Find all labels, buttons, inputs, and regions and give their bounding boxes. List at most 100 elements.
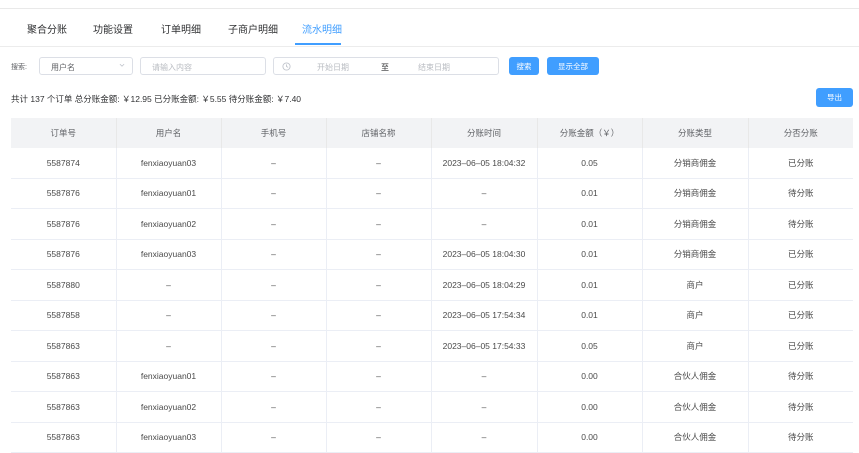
split-status-cell: 待分账 [748,422,853,453]
chevron-down-icon [119,63,125,67]
split-time-cell: 2023–06–05 18:04:32 [431,148,538,179]
split-type-cell: 合伙人佣金 [642,361,749,392]
split-time-cell: 2023–06–05 18:04:29 [431,269,538,301]
username-cell: – [116,330,222,362]
order-no-cell: 5587863 [11,391,117,423]
table-row: 5587876 fenxiaoyuan03– –2023–06–05 18:04:3… [11,239,853,270]
store-name-cell: – [326,300,432,331]
order-no-cell: 5587863 [11,361,117,392]
tab-aggregate-split[interactable]: 聚合分账 [27,21,67,36]
split-amount-cell: 0.01 [537,269,643,301]
split-time-cell: 2023–06–05 18:04:30 [431,239,538,270]
split-type-cell: 分销商佣金 [642,178,749,209]
column-header-split-amount: 分账金额（￥） [537,118,643,148]
phone-cell: – [221,330,327,362]
split-amount-cell: 0.00 [537,361,643,392]
phone-cell: – [221,148,327,179]
split-status-cell: 待分账 [748,178,853,209]
store-name-cell: – [326,208,432,240]
order-no-cell: 5587876 [11,239,117,270]
split-amount-cell: 0.01 [537,178,643,209]
order-no-cell: 5587858 [11,300,117,331]
username-cell: – [116,300,222,331]
username-cell: – [116,269,222,301]
store-name-cell: – [326,391,432,423]
split-amount-cell: 0.01 [537,239,643,270]
split-status-cell: 已分账 [748,239,853,270]
tab-bar: 聚合分账 功能设置 订单明细 子商户明细 流水明细 [0,8,859,47]
column-header-split-type: 分账类型 [642,118,749,148]
keyword-input[interactable]: 请输入内容 [140,57,266,75]
search-button[interactable]: 搜索 [509,57,539,75]
table-row: 5587876 fenxiaoyuan01– – –0.01 分销商佣金 待分账 [11,178,853,209]
split-status-cell: 已分账 [748,269,853,301]
split-time-cell: 2023–06–05 17:54:33 [431,330,538,362]
split-time-cell: – [431,208,538,240]
end-date-input[interactable]: 结束日期 [418,62,450,73]
split-type-cell: 分销商佣金 [642,208,749,240]
phone-cell: – [221,269,327,301]
table-row: 5587863 fenxiaoyuan03– – –0.00 合伙人佣金 待分账 [11,422,853,453]
column-header-username: 用户名 [116,118,222,148]
split-type-cell: 商户 [642,269,749,301]
search-field-select[interactable]: 用户名 [39,57,133,75]
start-date-input[interactable]: 开始日期 [317,62,349,73]
split-type-cell: 分销商佣金 [642,148,749,179]
order-no-cell: 5587876 [11,208,117,240]
split-status-cell: 已分账 [748,330,853,362]
split-amount-cell: 0.05 [537,330,643,362]
tab-flow-details[interactable]: 流水明细 [302,21,342,36]
table-row: 5587874 fenxiaoyuan03– –2023–06–05 18:04:3… [11,148,853,179]
username-cell: fenxiaoyuan01 [116,361,222,392]
split-status-cell: 待分账 [748,361,853,392]
table-header-row: 订单号 用户名 手机号 店铺名称 分账时间 分账金额（￥） 分账类型 分否分账 [11,118,853,148]
table-body: 5587874 fenxiaoyuan03– –2023–06–05 18:04:3… [11,148,853,453]
column-header-order-no: 订单号 [11,118,117,148]
store-name-cell: – [326,361,432,392]
range-separator: 至 [381,63,389,72]
split-amount-cell: 0.05 [537,148,643,179]
export-button[interactable]: 导出 [816,88,853,107]
split-status-cell: 已分账 [748,300,853,331]
table-row: 5587858– – –2023–06–05 17:54:34 0.01 商户 已分账 [11,300,853,331]
tab-order-details[interactable]: 订单明细 [161,21,201,36]
username-cell: fenxiaoyuan03 [116,148,222,179]
tab-function-settings[interactable]: 功能设置 [93,21,133,36]
keyword-placeholder: 请输入内容 [152,63,192,72]
split-status-cell: 待分账 [748,208,853,240]
summary-text: 共计 137 个订单 总分账金额: ￥12.95 已分账金额: ￥5.55 待分… [11,94,302,104]
filter-bar: 搜索: 用户名 请输入内容 开始日期 至 结束日期 搜索 显示全部 [0,57,859,77]
split-amount-cell: 0.00 [537,422,643,453]
store-name-cell: – [326,178,432,209]
table-row: 5587863– – –2023–06–05 17:54:33 0.05 商户 已分账 [11,330,853,362]
tab-sub-merchant-details[interactable]: 子商户明细 [228,21,278,36]
phone-cell: – [221,422,327,453]
split-amount-cell: 0.01 [537,208,643,240]
order-no-cell: 5587863 [11,330,117,362]
split-amount-cell: 0.01 [537,300,643,331]
column-header-phone: 手机号 [221,118,327,148]
split-amount-cell: 0.00 [537,391,643,423]
username-cell: fenxiaoyuan02 [116,391,222,423]
phone-cell: – [221,391,327,423]
username-cell: fenxiaoyuan03 [116,239,222,270]
order-no-cell: 5587876 [11,178,117,209]
phone-cell: – [221,178,327,209]
table-row: 5587863 fenxiaoyuan01– – –0.00 合伙人佣金 待分账 [11,361,853,392]
table-row: 5587876 fenxiaoyuan02– – –0.01 分销商佣金 待分账 [11,208,853,240]
search-label: 搜索: [11,64,27,71]
phone-cell: – [221,300,327,331]
table-row: 5587863 fenxiaoyuan02– – –0.00 合伙人佣金 待分账 [11,391,853,423]
split-status-cell: 已分账 [748,148,853,179]
table-row: 5587880– – –2023–06–05 18:04:29 0.01 商户 已分账 [11,269,853,301]
split-type-cell: 商户 [642,300,749,331]
split-type-cell: 合伙人佣金 [642,391,749,423]
show-all-button[interactable]: 显示全部 [547,57,599,75]
store-name-cell: – [326,422,432,453]
split-time-cell: 2023–06–05 17:54:34 [431,300,538,331]
date-range-picker[interactable]: 开始日期 至 结束日期 [273,57,499,75]
split-time-cell: – [431,391,538,423]
username-cell: fenxiaoyuan01 [116,178,222,209]
flow-table: 订单号 用户名 手机号 店铺名称 分账时间 分账金额（￥） 分账类型 分否分账 … [11,118,853,453]
phone-cell: – [221,208,327,240]
